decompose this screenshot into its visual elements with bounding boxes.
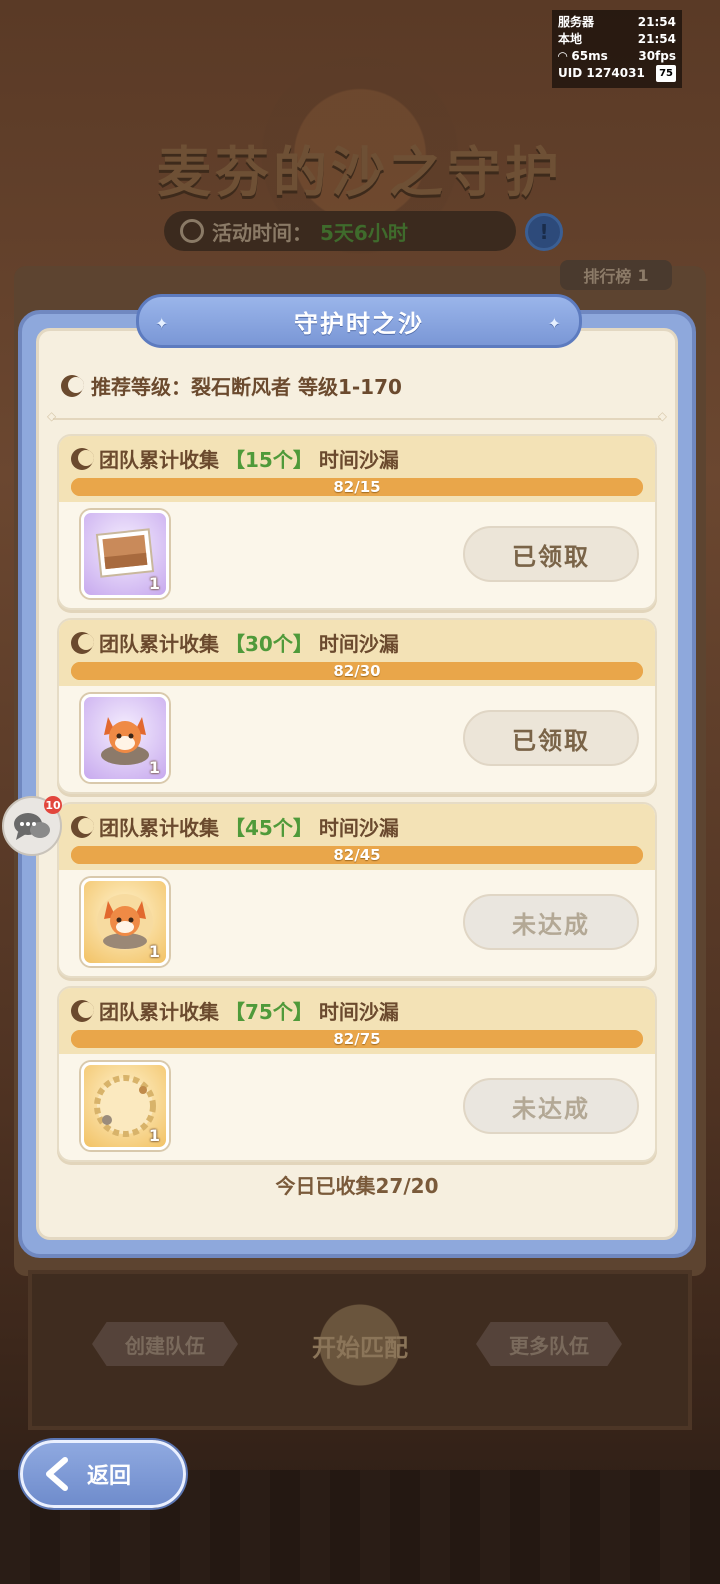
battery-indicator: 75 [656, 65, 676, 82]
reward-count: 1 [148, 574, 160, 593]
progress-text: 82/75 [333, 1030, 381, 1048]
modal-body: 推荐等级：裂石断风者 等级1-170 团队累计收集【15个】时间沙漏 82/15 [36, 328, 678, 1240]
task-title: 团队累计收集 【30个】 时间沙漏 [71, 628, 643, 657]
task-amount: 【75个】 [225, 1000, 313, 1024]
status-overlay: 服务器 21:54 本地 21:54 ◠ 65ms 30fps UID 1274031… [552, 10, 682, 88]
photo-icon [95, 528, 155, 578]
task-card: 团队累计收集 【45个】 时间沙漏 82/45 1 未达成 [57, 802, 657, 978]
task-header: 团队累计收集 【75个】 时间沙漏 82/75 [59, 988, 655, 1054]
task-amount: 【45个】 [225, 816, 313, 840]
chat-unread-badge: 10 [44, 796, 62, 814]
moon-icon [71, 815, 94, 838]
reward-item-fox-portrait[interactable]: 1 [81, 878, 169, 966]
server-time: 21:54 [637, 15, 676, 29]
moon-icon [71, 631, 94, 654]
wifi-icon: ◠ [558, 49, 572, 63]
progress-bar: 82/75 [71, 1030, 643, 1048]
modal-title: ✦ 守护时之沙 ✦ [136, 294, 582, 348]
not-achieved-button[interactable]: 未达成 [463, 894, 639, 950]
task-header: 团队累计收集 【15个】 时间沙漏 82/15 [59, 436, 655, 502]
task-header: 团队累计收集 【45个】 时间沙漏 82/45 [59, 804, 655, 870]
task-card: 团队累计收集 【15个】 时间沙漏 82/15 1 已领取 [57, 434, 657, 610]
not-achieved-button[interactable]: 未达成 [463, 1078, 639, 1134]
clock-icon [180, 219, 204, 243]
event-title: 麦芬的沙之守护 [157, 141, 563, 204]
start-match-button[interactable]: 开始匹配 [290, 1290, 430, 1400]
reward-item-frame[interactable]: 1 [81, 1062, 169, 1150]
reward-count: 1 [148, 942, 160, 961]
task-title: 团队累计收集 【15个】 时间沙漏 [71, 444, 643, 473]
task-header: 团队累计收集 【30个】 时间沙漏 82/30 [59, 620, 655, 686]
progress-bar: 82/45 [71, 846, 643, 864]
progress-text: 82/30 [333, 662, 381, 680]
reward-count: 1 [148, 1126, 160, 1145]
create-team-button[interactable]: 创建队伍 [92, 1322, 238, 1366]
task-list: 团队累计收集 【15个】 时间沙漏 82/15 1 已领取 团队累计收集 【30… [57, 434, 657, 1162]
uid-readout: UID 1274031 [558, 66, 645, 80]
task-amount: 【15个】 [225, 448, 313, 472]
reward-item-fox-avatar[interactable]: 1 [81, 694, 169, 782]
recommend-level-text: 推荐等级：裂石断风者 等级1-170 [91, 375, 402, 399]
reward-modal: 推荐等级：裂石断风者 等级1-170 团队累计收集【15个】时间沙漏 82/15 [18, 310, 696, 1258]
moon-icon [71, 999, 94, 1022]
reward-count: 1 [148, 758, 160, 777]
back-arrow-icon [46, 1457, 68, 1491]
server-label: 服务器 [558, 15, 595, 29]
task-card: 团队累计收集 【30个】 时间沙漏 82/30 1 已领取 [57, 618, 657, 794]
sparkle-icon: ✦ [155, 314, 171, 333]
leaderboard-number: 1 [637, 265, 649, 285]
chat-bubble-icon [14, 813, 50, 840]
progress-text: 82/45 [333, 846, 381, 864]
claimed-button[interactable]: 已领取 [463, 526, 639, 582]
back-label: 返回 [87, 1464, 132, 1489]
claimed-button[interactable]: 已领取 [463, 710, 639, 766]
task-card: 团队累计收集 【75个】 时间沙漏 82/75 1 未达成 [57, 986, 657, 1162]
task-title: 团队累计收集 【75个】 时间沙漏 [71, 996, 643, 1025]
event-time-bar: 活动时间： 5天6小时 [164, 211, 516, 251]
reward-item-photo[interactable]: 1 [81, 510, 169, 598]
sparkle-icon: ✦ [547, 314, 563, 333]
recommend-level: 推荐等级：裂石断风者 等级1-170 [61, 371, 657, 400]
leaderboard-button[interactable]: 排行榜 1 [560, 260, 672, 290]
more-teams-button[interactable]: 更多队伍 [476, 1322, 622, 1366]
fps-readout: 30fps [638, 49, 676, 63]
collected-today: 今日已收集27/20 [275, 1174, 439, 1198]
back-button[interactable]: 返回 [20, 1440, 186, 1508]
ping-readout: ◠ 65ms [558, 49, 608, 63]
moon-icon [71, 447, 94, 470]
progress-text: 82/15 [333, 478, 381, 496]
progress-bar: 82/30 [71, 662, 643, 680]
info-icon[interactable]: ! [525, 213, 563, 251]
local-label: 本地 [558, 32, 583, 46]
task-amount: 【30个】 [225, 632, 313, 656]
local-time: 21:54 [637, 32, 676, 46]
leaderboard-label: 排行榜 [583, 267, 632, 286]
task-title: 团队累计收集 【45个】 时间沙漏 [71, 812, 643, 841]
progress-bar: 82/15 [71, 478, 643, 496]
event-time-label: 活动时间： [212, 220, 312, 245]
event-time-value: 5天6小时 [320, 220, 408, 245]
divider [47, 409, 667, 423]
moon-icon [61, 374, 84, 397]
